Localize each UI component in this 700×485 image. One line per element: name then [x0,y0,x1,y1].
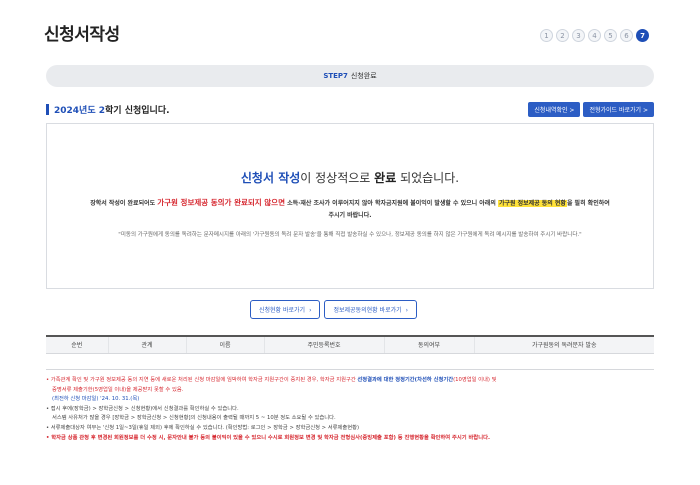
warning-red: 가구원 정보제공 동의가 완료되지 않으면 [157,198,285,207]
note-3: • 서류제출대상자 여부는 '신청 1일~3일(휴일 제외) 후에 확인하실 수… [46,424,360,431]
note-2-sub: 서스템 사유처가 많을 경우 [장학금 > 장학금신청 > 신청현황]의 신청내… [52,415,336,422]
col-name: 이름 [185,335,264,354]
application-status-button[interactable]: 신청현황 바로가기 › [250,300,321,319]
step-7-active: 7 [636,29,649,42]
warning-highlight: 가구원 정보제공 동의 현황 [497,200,567,207]
completion-msg-part4: 되었습니다. [396,171,460,185]
term-rest: 학기 신청입니다. [105,106,170,116]
completion-msg-part3: 완료 [374,171,397,185]
completion-msg-part1: 신청서 작성 [240,171,301,185]
consent-warning: 장학서 작성이 완료되어도 가구원 정보제공 동의가 완료되지 않으면 소득·재… [87,197,613,222]
step-6: 6 [620,29,633,42]
top-button-group: 신청내역확인 > 전형가이드 바로가기 > [528,102,654,117]
application-status-label: 신청현황 바로가기 [259,307,306,314]
step-4: 4 [588,29,601,42]
table-header-row: 순번 관계 이름 주민등록번호 동의여부 가구원동의 독려문자 발송 [46,335,654,354]
note-1-deadline: (최전하 신청 마감일) '24. 10. 31.(목) [52,396,140,403]
page-title: 신청서작성 [44,25,120,45]
term-heading: 2024년도 2학기 신청입니다. [46,103,170,116]
term-text: 2024년도 2학기 신청입니다. [54,103,170,116]
col-number: 순번 [46,335,108,354]
completion-msg-part2: 이 정상적으로 [300,171,375,185]
step-number: STEP7 [323,72,348,80]
completion-message: 신청서 작성이 정상적으로 완료 되었습니다. [47,169,653,186]
note-4: • 학자금 상품 관청 후 변경된 회원정보를 더 수정 시, 문자안내 불가 … [46,434,490,441]
consent-status-button[interactable]: 정보제공동의현황 바로가기 › [324,300,418,319]
step-banner: STEP7 신청완료 [46,65,654,87]
warning-part1: 장학서 작성이 완료되어도 [90,200,158,207]
warning-part2: 소득·재산 조사가 이루어지지 않아 학자금지원에 불이익이 발생할 수 있으니… [284,200,498,207]
step-5: 5 [604,29,617,42]
chevron-right-icon: › [405,307,409,314]
note-1: • 가족관계 확인 및 가구원 정보제공 동의 지연 등에 새로운 처리된 신청… [46,377,497,383]
step-2: 2 [556,29,569,42]
consent-status-label: 정보제공동의현황 바로가기 [333,307,402,314]
notes-section: • 가족관계 확인 및 가구원 정보제공 동의 지연 등에 새로운 처리된 신청… [46,376,658,443]
guide-button[interactable]: 전형가이드 바로가기 > [583,102,654,117]
note-2: • 접시 후에(장학금) > 장학금신청 > 신청현황)에서 신청결과를 확인하… [46,405,239,412]
term-year: 2024년도 [54,106,96,116]
reminder-quote: "미동의 가구원에게 동의를 독려하는 문자메시지를 아래의 '가구원동의 독려… [118,232,582,238]
completion-notice-box: 신청서 작성이 정상적으로 완료 되었습니다. 장학서 작성이 완료되어도 가구… [46,123,654,289]
heading-bar-icon [46,104,49,115]
col-relation: 관계 [107,335,186,354]
col-reminder-sms: 가구원동의 독려문자 발송 [473,335,654,354]
step-label: 신청완료 [350,72,377,80]
table-row [46,353,654,370]
col-consent: 동의여부 [383,335,474,354]
household-consent-table: 순번 관계 이름 주민등록번호 동의여부 가구원동의 독려문자 발송 [46,335,654,370]
col-resident-number: 주민등록번호 [263,335,384,354]
step-3: 3 [572,29,585,42]
step-1: 1 [540,29,553,42]
application-result-button[interactable]: 신청내역확인 > [528,102,581,117]
status-button-group: 신청현황 바로가기 › 정보제공동의현황 바로가기 › [250,300,418,319]
note-1-cont: 증명서류 제출기한(5영업일 이내)을 제공받지 못할 수 있음. [52,386,184,393]
step-indicator: 1 2 3 4 5 6 7 [540,29,649,42]
chevron-right-icon: › [309,307,312,314]
